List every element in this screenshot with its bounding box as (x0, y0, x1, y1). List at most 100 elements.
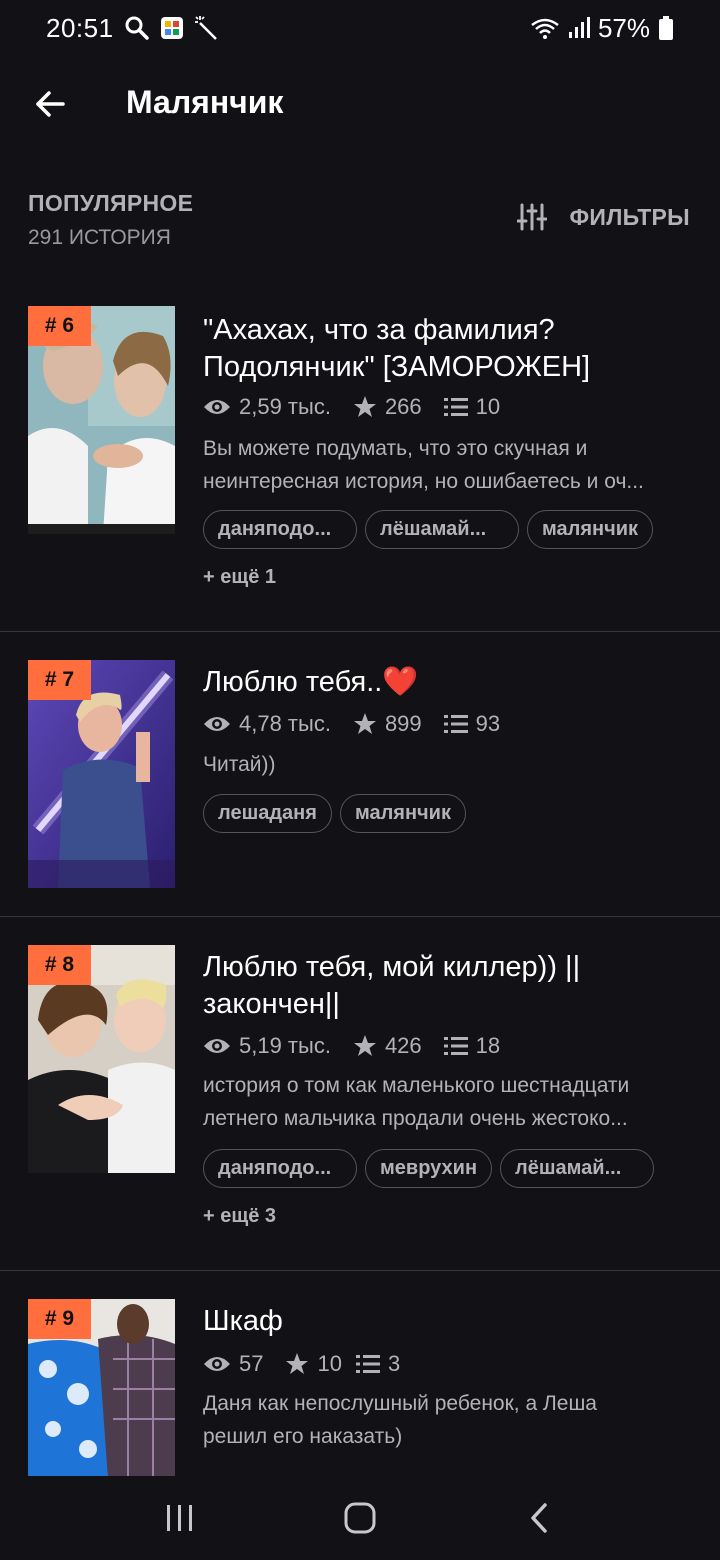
views-stat: 57 (203, 1351, 263, 1377)
more-tags-link[interactable]: + ещё 1 (203, 566, 276, 589)
story-item[interactable]: # 9 Шкаф 57 10 3 Даня как непослушный ре… (0, 1271, 720, 1481)
story-cover[interactable]: # 7 (28, 660, 175, 888)
description-line: Вы можете подумать, что это скучная и (203, 437, 588, 460)
story-item[interactable]: # 6 "Ахахах, что за фамилия? Подолянчик"… (0, 282, 720, 632)
story-title[interactable]: "Ахахах, что за фамилия? Подолянчик" [ЗА… (203, 312, 703, 386)
story-stats: 57 10 3 (203, 1351, 422, 1377)
list-icon (443, 1037, 468, 1055)
views-count: 4,78 тыс. (239, 711, 331, 736)
story-title[interactable]: Люблю тебя..❤️ (203, 664, 703, 701)
section-header: ПОПУЛЯРНОЕ 291 ИСТОРИЯ ФИЛЬТРЫ (0, 186, 720, 256)
app-header: Малянчик (0, 66, 720, 142)
tag-chip[interactable]: лёшамай... (365, 510, 519, 549)
tag-chip[interactable]: даняподо... (203, 510, 357, 549)
more-tags-link[interactable]: + ещё 3 (203, 1205, 276, 1228)
rank-badge: # 6 (28, 306, 91, 346)
votes-count: 426 (384, 1033, 422, 1058)
list-icon (443, 398, 468, 416)
parts-count: 18 (475, 1033, 501, 1058)
tag-list: даняподо... лёшамай... малянчик (203, 510, 654, 549)
story-item[interactable]: # 8 Люблю тебя, мой киллер)) || закончен… (0, 917, 720, 1271)
star-icon (353, 1035, 376, 1056)
sort-title: ПОПУЛЯРНОЕ (28, 190, 194, 216)
tag-chip[interactable]: малянчик (527, 510, 654, 549)
star-icon (353, 713, 376, 734)
back-arrow-icon (36, 91, 65, 117)
story-item[interactable]: # 7 Люблю тебя..❤️ 4,78 тыс. 899 93 Чита… (0, 632, 720, 917)
eye-icon (204, 1357, 230, 1371)
story-title-line: "Ахахах, что за фамилия? (203, 314, 555, 346)
views-stat: 2,59 тыс. (203, 394, 331, 420)
battery-percent: 57% (597, 12, 650, 43)
story-title-line: Подолянчик" [ЗАМОРОЖЕН] (203, 351, 591, 383)
story-title[interactable]: Люблю тебя, мой киллер)) || закончен|| (203, 949, 703, 1023)
votes-stat: 266 (353, 394, 422, 420)
votes-stat: 10 (285, 1351, 342, 1377)
story-title[interactable]: Шкаф (203, 1303, 703, 1340)
battery-icon (658, 15, 674, 41)
rank-badge: # 8 (28, 945, 91, 985)
eye-icon (204, 1039, 230, 1053)
tag-list: даняподо... меврухин лёшамай... (203, 1149, 655, 1188)
parts-count: 10 (475, 394, 501, 419)
votes-count: 899 (384, 711, 422, 736)
parts-stat: 3 (355, 1351, 401, 1377)
home-button[interactable] (330, 1488, 390, 1548)
story-stats: 4,78 тыс. 899 93 (203, 711, 522, 737)
filter-sliders-icon (517, 203, 548, 231)
tag-chip[interactable]: малянчик (339, 794, 466, 833)
story-stats: 2,59 тыс. 266 10 (203, 394, 522, 420)
back-button[interactable] (26, 80, 74, 128)
search-icon (124, 15, 150, 41)
filters-label: ФИЛЬТРЫ (569, 203, 690, 230)
rank-badge: # 7 (28, 660, 91, 700)
description-line: решил его наказать) (203, 1425, 403, 1448)
eye-icon (204, 400, 230, 414)
star-icon (353, 396, 376, 417)
system-nav-bar (0, 1476, 720, 1560)
story-description: история о том как маленького шестнадцати… (203, 1069, 693, 1135)
description-line: история о том как маленького шестнадцати (203, 1074, 630, 1097)
description-line: неинтересная история, но ошибаетесь и оч… (203, 470, 644, 493)
story-description: Читай)) (203, 748, 693, 781)
views-count: 57 (239, 1351, 264, 1376)
nav-back-button[interactable] (510, 1488, 570, 1548)
story-cover[interactable]: # 9 (28, 1299, 175, 1479)
description-line: Читай)) (203, 753, 276, 776)
list-icon (443, 715, 468, 733)
story-description: Даня как непослушный ребенок, а Леша реш… (203, 1387, 693, 1453)
views-count: 2,59 тыс. (239, 394, 331, 419)
story-title-line: Шкаф (203, 1305, 283, 1337)
tag-chip[interactable]: лёшамай... (500, 1149, 655, 1188)
tag-chip[interactable]: даняподо... (203, 1149, 357, 1188)
photo-app-icon (160, 16, 184, 40)
description-line: Даня как непослушный ребенок, а Леша (203, 1392, 597, 1415)
filters-button[interactable]: ФИЛЬТРЫ (517, 202, 690, 232)
page-title: Малянчик (126, 84, 284, 120)
list-icon (355, 1355, 380, 1373)
views-stat: 4,78 тыс. (203, 711, 331, 737)
rank-badge: # 9 (28, 1299, 91, 1339)
parts-stat: 10 (443, 394, 501, 420)
home-icon (344, 1502, 376, 1534)
views-count: 5,19 тыс. (239, 1033, 331, 1058)
votes-stat: 899 (353, 711, 422, 737)
nav-back-icon (531, 1503, 547, 1533)
views-stat: 5,19 тыс. (203, 1033, 331, 1059)
votes-count: 10 (317, 1351, 342, 1376)
story-title-line: Люблю тебя..❤️ (203, 666, 419, 698)
story-title-line: закончен|| (203, 988, 340, 1020)
story-count: 291 ИСТОРИЯ (28, 226, 171, 249)
story-title-line: Люблю тебя, мой киллер)) || (203, 951, 581, 983)
tag-chip[interactable]: меврухин (365, 1149, 493, 1188)
recents-button[interactable] (150, 1488, 210, 1548)
tag-chip[interactable]: лешаданя (203, 794, 332, 833)
parts-count: 3 (387, 1351, 401, 1376)
signal-icon (568, 16, 590, 40)
wifi-icon (530, 16, 560, 40)
parts-stat: 93 (443, 711, 500, 737)
tag-list: лешаданя малянчик (203, 794, 466, 833)
story-cover[interactable]: # 6 (28, 306, 175, 534)
story-cover[interactable]: # 8 (28, 945, 175, 1173)
description-line: летнего мальчика продали очень жестоко..… (203, 1107, 628, 1130)
